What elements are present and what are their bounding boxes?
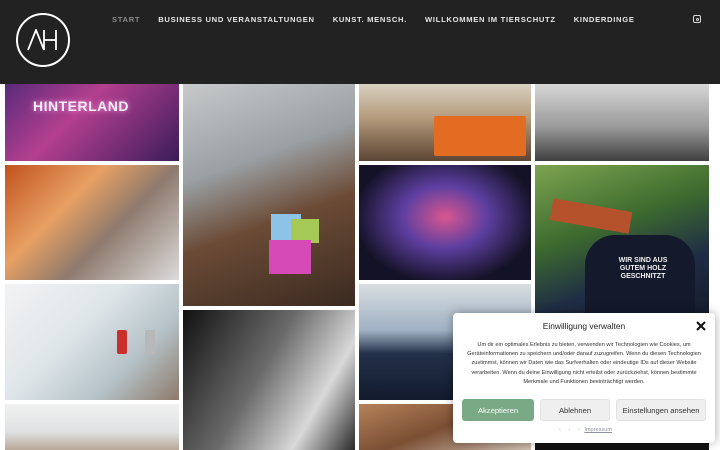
site-header: START BUSINESS UND VERANSTALTUNGEN KUNST… xyxy=(0,0,720,84)
gallery-photo-truck[interactable] xyxy=(359,84,531,161)
gallery-photo-bikes[interactable] xyxy=(535,84,709,161)
gallery-photo-machine[interactable] xyxy=(5,165,179,280)
close-icon[interactable] xyxy=(695,319,707,331)
gallery-photo-stage[interactable] xyxy=(359,165,531,280)
spool-shape xyxy=(145,330,155,354)
spool-shape xyxy=(117,330,127,354)
gallery-photo-bw[interactable] xyxy=(183,310,355,450)
accept-button[interactable]: Akzeptieren xyxy=(462,399,534,421)
logo-monogram-icon xyxy=(27,29,57,51)
gallery-photo-sewing[interactable] xyxy=(5,284,179,400)
chevron-left-icon: ‹ xyxy=(559,427,561,433)
preferences-button[interactable]: Einstellungen ansehen xyxy=(616,399,706,421)
gallery-photo-wood[interactable]: WIR SIND AUS GUTEM HOLZ GESCHNITZT xyxy=(535,165,709,315)
nav-item-tierschutz[interactable]: WILLKOMMEN IM TIERSCHUTZ xyxy=(425,15,556,24)
gallery-photo-portrait[interactable] xyxy=(183,84,355,306)
gallery-photo-person[interactable] xyxy=(5,404,179,450)
consent-text: Um dir ein optimales Erlebnis zu bieten,… xyxy=(467,342,701,385)
nav-item-kunst[interactable]: KUNST. MENSCH. xyxy=(333,15,407,24)
instagram-icon[interactable] xyxy=(693,15,701,23)
gallery-photo-hinterland[interactable]: HINTERLAND xyxy=(5,84,179,161)
deny-button[interactable]: Ablehnen xyxy=(540,399,610,421)
beam-shape xyxy=(549,198,633,234)
nav-item-kinderdinge[interactable]: KINDERDINGE xyxy=(574,15,635,24)
consent-title: Einwilligung verwalten xyxy=(542,321,626,331)
hinterland-sign: HINTERLAND xyxy=(33,98,129,114)
truck-shape xyxy=(434,116,526,156)
cookie-consent-dialog: Einwilligung verwalten Um dir ein optima… xyxy=(453,313,715,443)
consent-footer: ‹ ‹ › Impressum xyxy=(453,427,715,433)
nav-item-start[interactable]: START xyxy=(112,15,140,24)
shirt-print: WIR SIND AUS GUTEM HOLZ GESCHNITZT xyxy=(618,257,668,280)
chevron-right-icon: › xyxy=(577,427,580,433)
lego-block-shape xyxy=(269,240,311,274)
chevron-left-icon: ‹ xyxy=(568,427,571,433)
impressum-link[interactable]: Impressum xyxy=(584,427,612,433)
nav-item-business[interactable]: BUSINESS UND VERANSTALTUNGEN xyxy=(158,15,314,24)
site-logo[interactable] xyxy=(16,13,70,67)
main-nav: START BUSINESS UND VERANSTALTUNGEN KUNST… xyxy=(112,15,653,24)
